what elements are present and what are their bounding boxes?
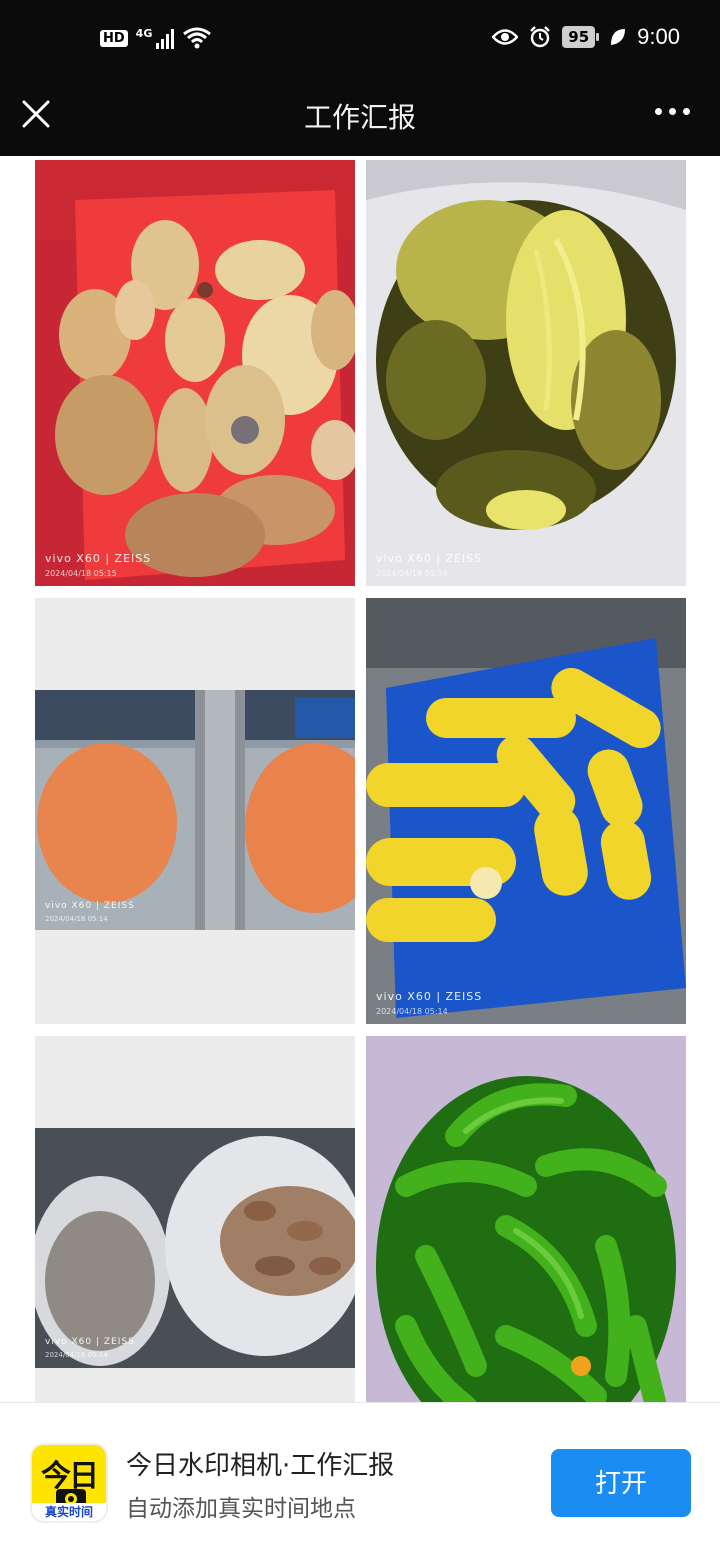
status-left: HD 4G: [100, 26, 212, 50]
page-title: 工作汇报: [303, 101, 416, 134]
wifi-icon: [183, 27, 212, 49]
watermark-brand: vivo X60 | ZEISS: [376, 552, 483, 565]
hd-badge: HD: [100, 29, 128, 47]
app-promo-banner: 今日 真实时间 今日水印相机·工作汇报 自动添加真实时间地点 打开: [0, 1402, 720, 1560]
watermark-brand: vivo X60 | ZEISS: [45, 552, 152, 565]
more-icon[interactable]: [655, 108, 690, 115]
corn-image: [366, 598, 686, 1024]
photo-grid: vivo X60 | ZEISS 2024/04/18 05:15 vivo X…: [0, 156, 720, 1402]
banner-subtitle: 自动添加真实时间地点: [126, 1496, 356, 1522]
eye-icon: [492, 29, 519, 45]
photo-green-peppers[interactable]: [366, 1036, 686, 1402]
photo-pickled-greens[interactable]: vivo X60 | ZEISS 2024/04/18 05:14: [366, 160, 686, 586]
app-logo: 今日 真实时间: [30, 1443, 108, 1523]
green-peppers-image: [366, 1036, 686, 1402]
watermark-date: 2024/04/18 05:14: [376, 569, 448, 578]
alarm-icon: [530, 26, 551, 48]
carrots-image: [35, 598, 355, 1024]
watermark-date: 2024/04/18 05:15: [45, 569, 117, 578]
title-bar: 工作汇报: [0, 84, 720, 156]
battery-icon: 95: [562, 26, 600, 48]
status-right: 95 9:00: [492, 24, 680, 50]
signal-icon: [156, 27, 175, 49]
photo-sweet-potatoes[interactable]: vivo X60 | ZEISS 2024/04/18 05:14: [35, 1036, 355, 1402]
watermark-brand: vivo X60 | ZEISS: [45, 901, 135, 911]
sweet-potatoes-image: [35, 1036, 355, 1402]
leaf-icon: [611, 29, 626, 45]
banner-title: 今日水印相机·工作汇报: [126, 1451, 395, 1481]
watermark-date: 2024/04/18 05:14: [45, 915, 108, 923]
clock: 9:00: [637, 24, 680, 49]
watermark-date: 2024/04/18 05:14: [45, 1351, 108, 1359]
open-app-button[interactable]: 打开: [551, 1449, 691, 1517]
photo-carrots[interactable]: vivo X60 | ZEISS 2024/04/18 05:14: [35, 598, 355, 1024]
photo-corn[interactable]: vivo X60 | ZEISS 2024/04/18 05:14: [366, 598, 686, 1024]
watermark-brand: vivo X60 | ZEISS: [45, 1337, 135, 1347]
lotus-root-image: [35, 160, 355, 586]
watermark-brand: vivo X60 | ZEISS: [376, 990, 483, 1003]
pickled-greens-image: [366, 160, 686, 586]
watermark-date: 2024/04/18 05:14: [376, 1007, 448, 1016]
photo-lotus-root[interactable]: vivo X60 | ZEISS 2024/04/18 05:15: [35, 160, 355, 586]
status-bar: HD 4G 95 9:00: [0, 0, 720, 84]
network-type: 4G: [135, 26, 153, 40]
logo-subtext: 真实时间: [32, 1503, 106, 1521]
